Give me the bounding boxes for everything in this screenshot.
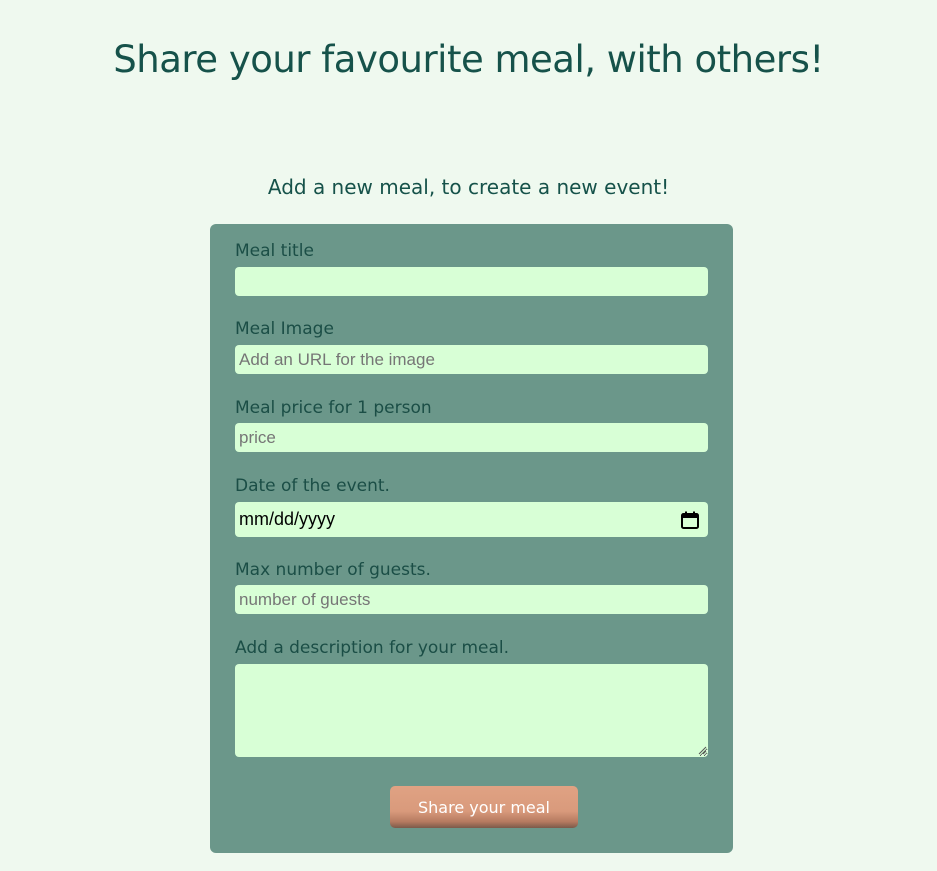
share-meal-button[interactable]: Share your meal xyxy=(390,786,578,828)
meal-price-label: Meal price for 1 person xyxy=(235,398,432,418)
event-date-value: mm/dd/yyyy xyxy=(239,509,336,529)
resize-handle-icon[interactable] xyxy=(698,746,707,755)
max-guests-label: Max number of guests. xyxy=(235,560,431,580)
new-meal-form: Meal title Meal Image Meal price for 1 p… xyxy=(210,224,733,853)
meal-image-input[interactable] xyxy=(235,345,708,374)
event-date-label: Date of the event. xyxy=(235,476,390,496)
calendar-icon[interactable] xyxy=(680,510,700,530)
form-section-title: Add a new meal, to create a new event! xyxy=(267,175,670,199)
meal-title-input[interactable] xyxy=(235,267,708,296)
page-title: Share your favourite meal, with others! xyxy=(113,38,824,81)
max-guests-input[interactable] xyxy=(235,585,708,614)
event-date-input[interactable]: mm/dd/yyyy xyxy=(235,502,708,537)
description-label: Add a description for your meal. xyxy=(235,638,510,658)
meal-image-label: Meal Image xyxy=(235,319,334,339)
description-textarea[interactable] xyxy=(235,664,708,757)
meal-title-label: Meal title xyxy=(235,241,314,261)
meal-price-input[interactable] xyxy=(235,423,708,452)
